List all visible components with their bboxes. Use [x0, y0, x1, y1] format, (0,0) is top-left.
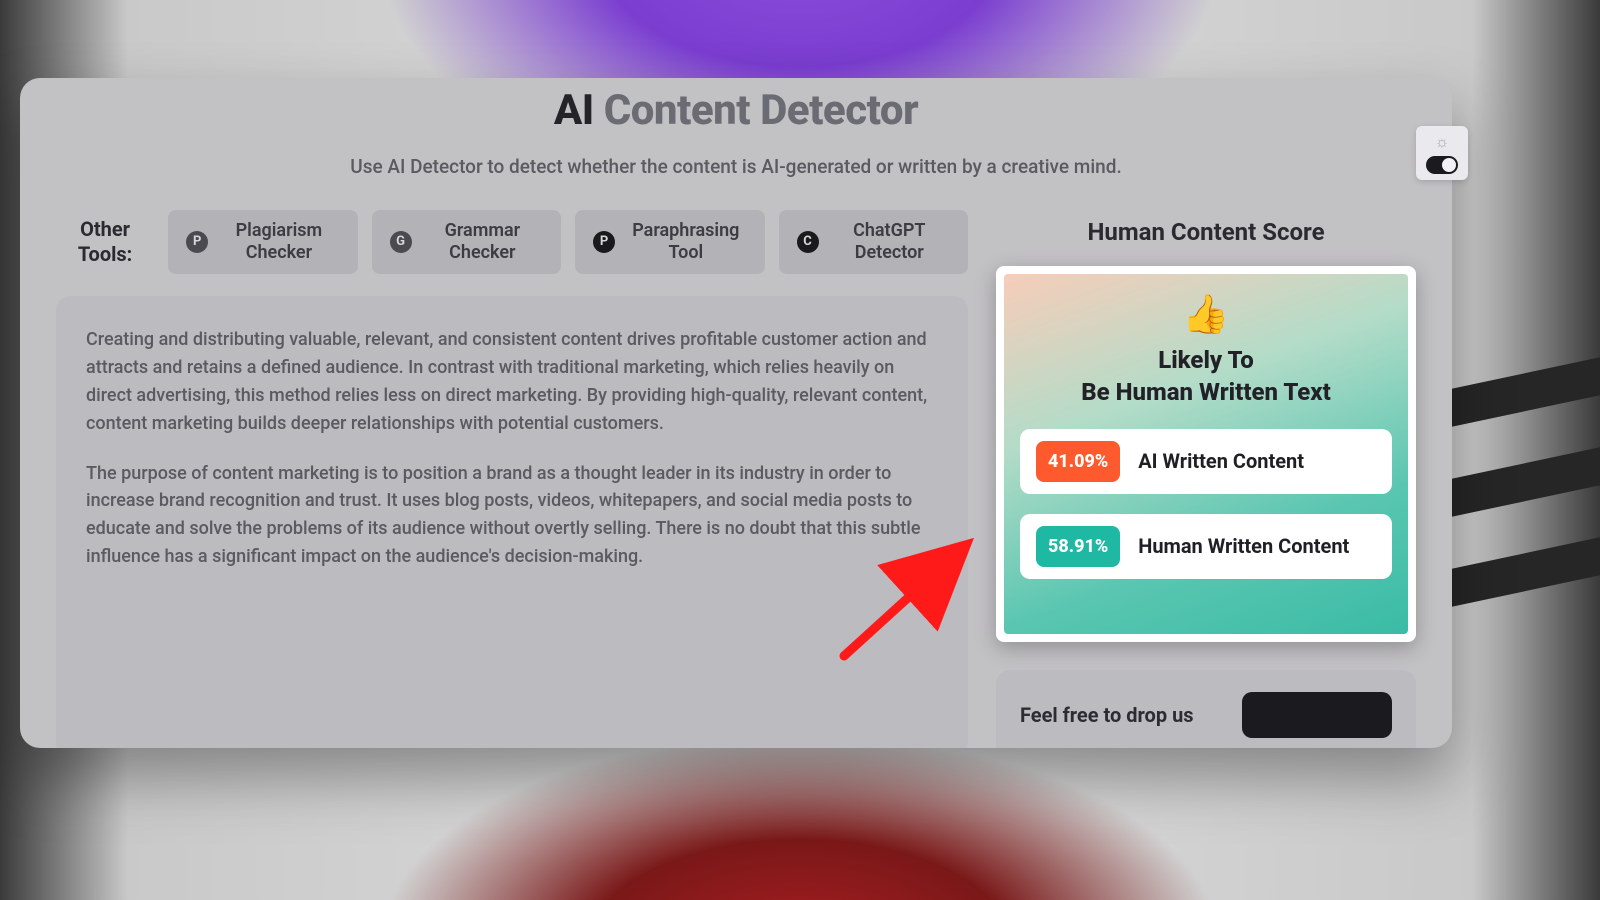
decor-stripe [1440, 439, 1600, 520]
human-percent-badge: 58.91% [1036, 526, 1120, 567]
other-tools-label: Other Tools: [56, 217, 154, 267]
feedback-button[interactable] [1242, 692, 1392, 738]
page-subtitle: Use AI Detector to detect whether the co… [20, 155, 1452, 178]
tool-label: Grammar Checker [422, 220, 543, 263]
score-card: 👍 Likely To Be Human Written Text 41.09%… [996, 266, 1416, 642]
feedback-text: Feel free to drop us [1020, 703, 1194, 727]
letter-g-icon: G [390, 231, 412, 253]
tool-label: ChatGPT Detector [829, 220, 950, 263]
other-tools-row: Other Tools: P Plagiarism Checker G Gram… [56, 210, 968, 274]
verdict-line1: Likely To [1158, 346, 1254, 374]
verdict-text: Likely To Be Human Written Text [1020, 344, 1392, 409]
tool-plagiarism-checker[interactable]: P Plagiarism Checker [168, 210, 357, 274]
tool-label: Paraphrasing Tool [625, 220, 746, 263]
human-score-row: 58.91% Human Written Content [1020, 514, 1392, 579]
verdict-line2: Be Human Written Text [1081, 378, 1331, 406]
letter-p-icon: P [186, 231, 208, 253]
sun-icon: ☼ [1435, 132, 1450, 152]
decor-stripe [1440, 349, 1600, 430]
title-rest: Content Detector [594, 86, 918, 135]
theme-toggle[interactable]: ☼ [1416, 126, 1468, 180]
content-textarea[interactable]: Creating and distributing valuable, rele… [56, 296, 968, 748]
ai-score-row: 41.09% AI Written Content [1020, 429, 1392, 494]
tool-label: Plagiarism Checker [218, 220, 339, 263]
letter-c-icon: C [797, 231, 819, 253]
page-background: AI Content Detector Use AI Detector to d… [0, 0, 1600, 900]
ai-percent-badge: 41.09% [1036, 441, 1120, 482]
score-heading: Human Content Score [996, 218, 1416, 246]
feedback-box: Feel free to drop us [996, 670, 1416, 748]
letter-p-icon: P [593, 231, 615, 253]
app-card: AI Content Detector Use AI Detector to d… [20, 78, 1452, 748]
tool-chatgpt-detector[interactable]: C ChatGPT Detector [779, 210, 968, 274]
thumbs-up-icon: 👍 [1020, 296, 1392, 334]
page-title: AI Content Detector [20, 86, 1452, 135]
decor-stripe [1440, 529, 1600, 610]
score-card-inner: 👍 Likely To Be Human Written Text 41.09%… [1004, 274, 1408, 634]
ai-score-label: AI Written Content [1138, 449, 1304, 473]
left-column: Other Tools: P Plagiarism Checker G Gram… [56, 210, 968, 748]
human-score-label: Human Written Content [1138, 534, 1349, 558]
title-ai: AI [554, 86, 594, 135]
right-column: Human Content Score 👍 Likely To Be Human… [996, 210, 1416, 748]
content-paragraph: Creating and distributing valuable, rele… [86, 326, 938, 438]
toggle-switch[interactable] [1426, 156, 1458, 174]
content-paragraph: The purpose of content marketing is to p… [86, 460, 938, 572]
tool-paraphrasing-tool[interactable]: P Paraphrasing Tool [575, 210, 764, 274]
tool-grammar-checker[interactable]: G Grammar Checker [372, 210, 561, 274]
